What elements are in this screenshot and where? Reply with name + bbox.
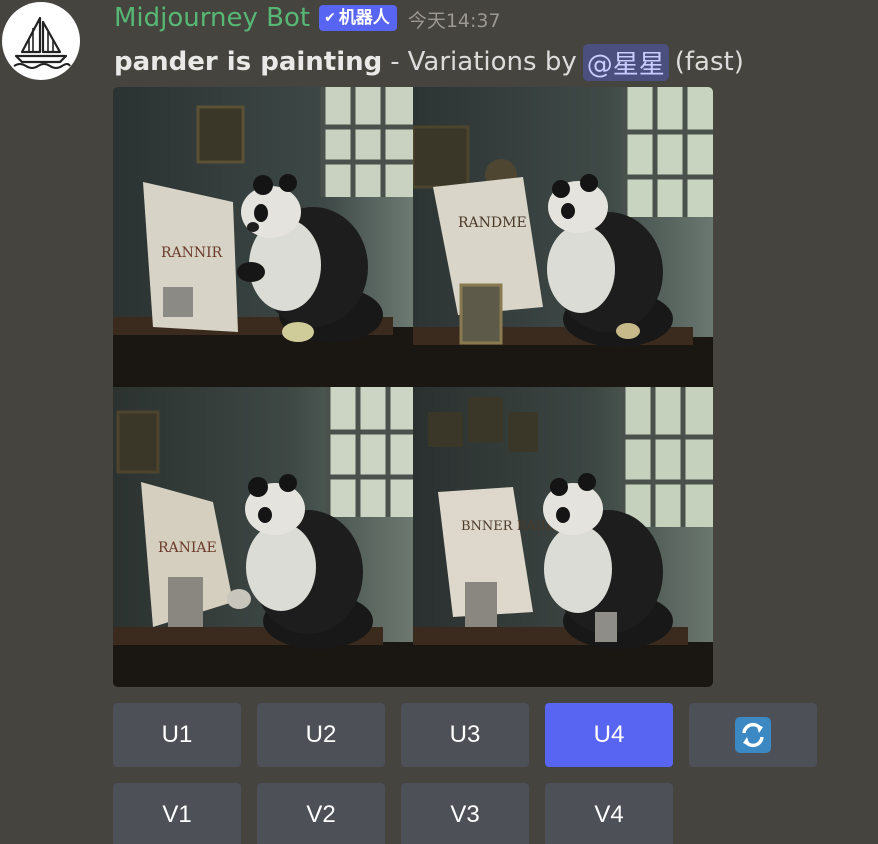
prompt-text: pander is painting	[114, 47, 383, 77]
bot-badge: ✔ 机器人	[319, 5, 397, 31]
upscale-1-button[interactable]: U1	[113, 703, 241, 767]
message-content: pander is painting - Variations by @星星 (…	[114, 42, 744, 82]
reroll-button[interactable]	[689, 703, 817, 767]
canvas-text-2: RANDME	[458, 215, 527, 231]
canvas-text-4: BNNER RAIIIP	[461, 519, 560, 534]
image-panel-3: RANIAE	[113, 387, 413, 687]
separator: -	[390, 47, 400, 77]
user-mention[interactable]: @星星	[582, 43, 669, 81]
generated-image-grid[interactable]: RANNIR RANDME RANIAE BNNER RAIIIP	[113, 87, 713, 687]
upscale-2-button[interactable]: U2	[257, 703, 385, 767]
variation-1-button[interactable]: V1	[113, 783, 241, 844]
variation-2-button[interactable]: V2	[257, 783, 385, 844]
variation-4-button[interactable]: V4	[545, 783, 673, 844]
sailboat-icon	[13, 16, 71, 69]
username[interactable]: Midjourney Bot	[114, 3, 310, 33]
upscale-3-button[interactable]: U3	[401, 703, 529, 767]
chat-message: Midjourney Bot ✔ 机器人 今天14:37 pander is p…	[0, 0, 878, 844]
variations-text: Variations by	[407, 47, 577, 77]
refresh-icon	[735, 717, 771, 753]
bot-avatar[interactable]	[2, 2, 80, 80]
image-panel-1: RANNIR	[113, 87, 413, 387]
canvas-text-1: RANNIR	[161, 245, 223, 261]
canvas-text-3: RANIAE	[158, 540, 217, 556]
timestamp[interactable]: 今天14:37	[408, 6, 501, 33]
image-panel-2: RANDME	[413, 87, 713, 387]
image-panel-4: BNNER RAIIIP	[413, 387, 713, 687]
variation-3-button[interactable]: V3	[401, 783, 529, 844]
verified-check-icon: ✔	[324, 10, 336, 26]
mode-text: (fast)	[674, 47, 744, 77]
message-header: Midjourney Bot ✔ 机器人 今天14:37	[114, 2, 501, 34]
bot-badge-label: 机器人	[338, 8, 390, 28]
upscale-4-button[interactable]: U4	[545, 703, 673, 767]
